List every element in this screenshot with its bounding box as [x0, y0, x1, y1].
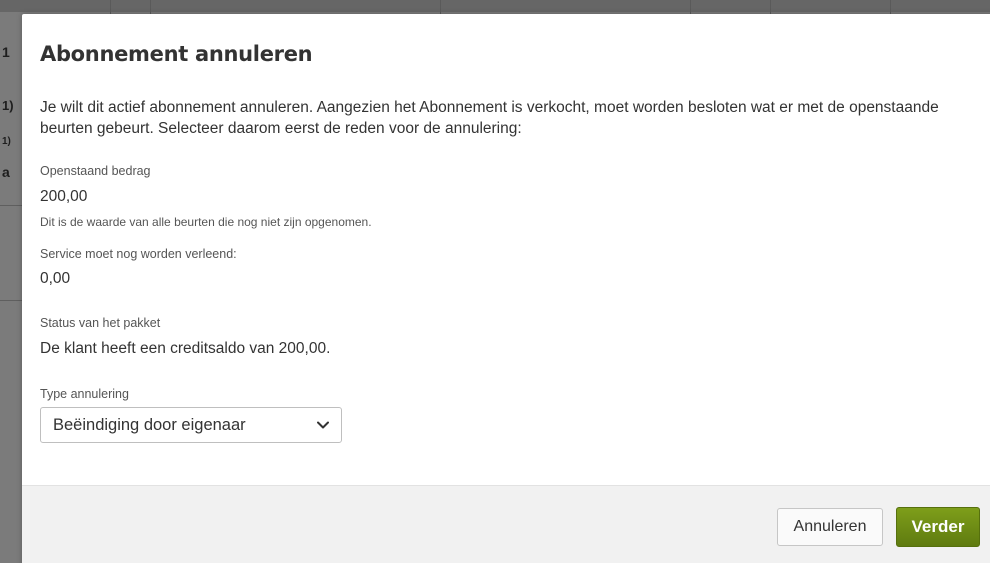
outstanding-amount-value: 200,00: [40, 188, 88, 205]
outstanding-amount-help: Dit is de waarde van alle beurten die no…: [40, 215, 372, 229]
background-divider: [150, 0, 151, 14]
outstanding-amount-label: Openstaand bedrag: [40, 164, 151, 178]
cancellation-type-selected: Beëindiging door eigenaar: [53, 416, 246, 434]
background-divider: [770, 0, 771, 14]
chevron-down-icon: [317, 421, 329, 429]
package-status-label: Status van het pakket: [40, 316, 161, 330]
background-text: a: [2, 164, 10, 180]
dialog-title: Abonnement annuleren: [40, 42, 313, 66]
background-divider: [0, 300, 22, 301]
dialog-intro-text: Je wilt dit actief abonnement annuleren.…: [40, 99, 939, 137]
cancellation-type-select[interactable]: Beëindiging door eigenaar: [40, 407, 342, 443]
background-header: [0, 0, 990, 12]
background-text: 1: [2, 44, 10, 60]
background-divider: [110, 0, 111, 14]
package-status-value: De klant heeft een creditsaldo van 200,0…: [40, 340, 331, 357]
background-text: 1): [2, 98, 14, 113]
service-pending-value: 0,00: [40, 270, 71, 287]
background-divider: [0, 205, 22, 206]
cancel-subscription-dialog: Abonnement annuleren Je wilt dit actief …: [22, 14, 990, 563]
background-text: 1): [2, 136, 11, 147]
cancel-button[interactable]: Annuleren: [777, 508, 883, 546]
background-divider: [890, 0, 891, 14]
next-button[interactable]: Verder: [896, 507, 980, 547]
cancellation-type-label: Type annulering: [40, 387, 129, 401]
background-divider: [440, 0, 441, 14]
service-pending-label: Service moet nog worden verleend:: [40, 247, 237, 261]
dialog-footer: Annuleren Verder: [22, 485, 990, 563]
background-divider: [690, 0, 691, 14]
